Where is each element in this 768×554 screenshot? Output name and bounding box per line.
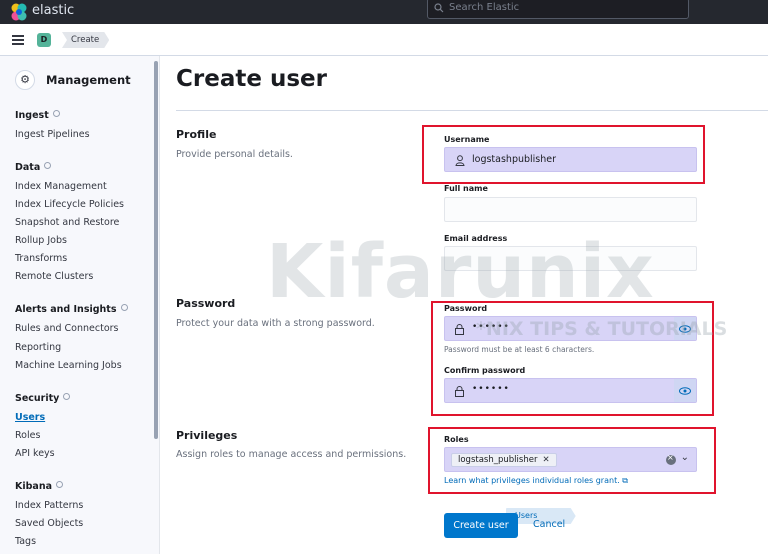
sidebar-item-remote-clusters[interactable]: Remote Clusters <box>15 271 93 282</box>
sidebar-section-security: Security <box>15 393 71 404</box>
sidebar-section-data: Data <box>15 162 52 173</box>
breadcrumb-create: Create <box>62 32 109 48</box>
annotation-box-roles <box>428 427 716 494</box>
annotation-box-password <box>431 301 714 416</box>
sidebar-item-rollup-jobs[interactable]: Rollup Jobs <box>15 235 67 246</box>
sidebar-item-reporting[interactable]: Reporting <box>15 342 61 353</box>
annotation-box-username <box>422 125 705 184</box>
sidebar: ⚙ Management Ingest Ingest Pipelines Dat… <box>0 56 160 554</box>
profile-description: Provide personal details. <box>176 149 293 160</box>
sidebar-section-alerts: Alerts and Insights <box>15 304 128 315</box>
password-heading: Password <box>176 297 236 310</box>
fullname-field[interactable] <box>444 197 697 222</box>
sidebar-item-roles[interactable]: Roles <box>15 430 40 441</box>
top-header: elastic Search Elastic <box>0 0 768 24</box>
sidebar-section-ingest: Ingest <box>15 110 60 121</box>
info-icon <box>63 393 71 400</box>
sidebar-item-transforms[interactable]: Transforms <box>15 253 67 264</box>
menu-icon[interactable] <box>12 35 24 45</box>
info-icon <box>120 304 128 311</box>
page-title: Create user <box>176 66 327 92</box>
sidebar-item-index-management[interactable]: Index Management <box>15 181 107 192</box>
fullname-label: Full name <box>444 184 488 193</box>
sidebar-item-api-keys[interactable]: API keys <box>15 448 55 459</box>
elastic-logo-icon[interactable] <box>9 2 29 22</box>
sidebar-item-tags[interactable]: Tags <box>15 536 36 547</box>
sidebar-section-kibana: Kibana <box>15 481 64 492</box>
info-icon <box>56 481 64 488</box>
sidebar-item-index-patterns[interactable]: Index Patterns <box>15 500 83 511</box>
search-icon <box>434 3 444 13</box>
info-icon <box>44 162 52 169</box>
space-avatar[interactable]: D <box>37 33 51 47</box>
cancel-button[interactable]: Cancel <box>533 519 565 530</box>
info-icon <box>52 110 60 117</box>
password-description: Protect your data with a strong password… <box>176 318 375 329</box>
breadcrumb-bar: D Stack Management Users Create <box>0 24 768 56</box>
brand-name: elastic <box>32 3 75 18</box>
breadcrumb: Stack Management Users Create <box>62 32 103 48</box>
sidebar-item-index-lifecycle-policies[interactable]: Index Lifecycle Policies <box>15 199 124 210</box>
email-field[interactable] <box>444 246 697 271</box>
sidebar-item-snapshot-restore[interactable]: Snapshot and Restore <box>15 217 119 228</box>
search-placeholder: Search Elastic <box>449 2 520 13</box>
create-user-button[interactable]: Create user <box>444 513 518 538</box>
sidebar-title: Management <box>46 73 131 87</box>
divider <box>176 110 768 111</box>
privileges-description: Assign roles to manage access and permis… <box>176 449 407 460</box>
sidebar-item-users[interactable]: Users <box>15 412 45 423</box>
privileges-heading: Privileges <box>176 429 238 442</box>
sidebar-item-saved-objects[interactable]: Saved Objects <box>15 518 83 529</box>
gear-icon: ⚙ <box>15 70 35 90</box>
email-label: Email address <box>444 234 508 243</box>
profile-heading: Profile <box>176 128 217 141</box>
sidebar-scrollbar[interactable] <box>154 61 158 439</box>
sidebar-item-rules-connectors[interactable]: Rules and Connectors <box>15 323 119 334</box>
sidebar-item-ml-jobs[interactable]: Machine Learning Jobs <box>15 360 122 371</box>
sidebar-item-ingest-pipelines[interactable]: Ingest Pipelines <box>15 129 90 140</box>
search-bar[interactable]: Search Elastic <box>427 0 689 19</box>
